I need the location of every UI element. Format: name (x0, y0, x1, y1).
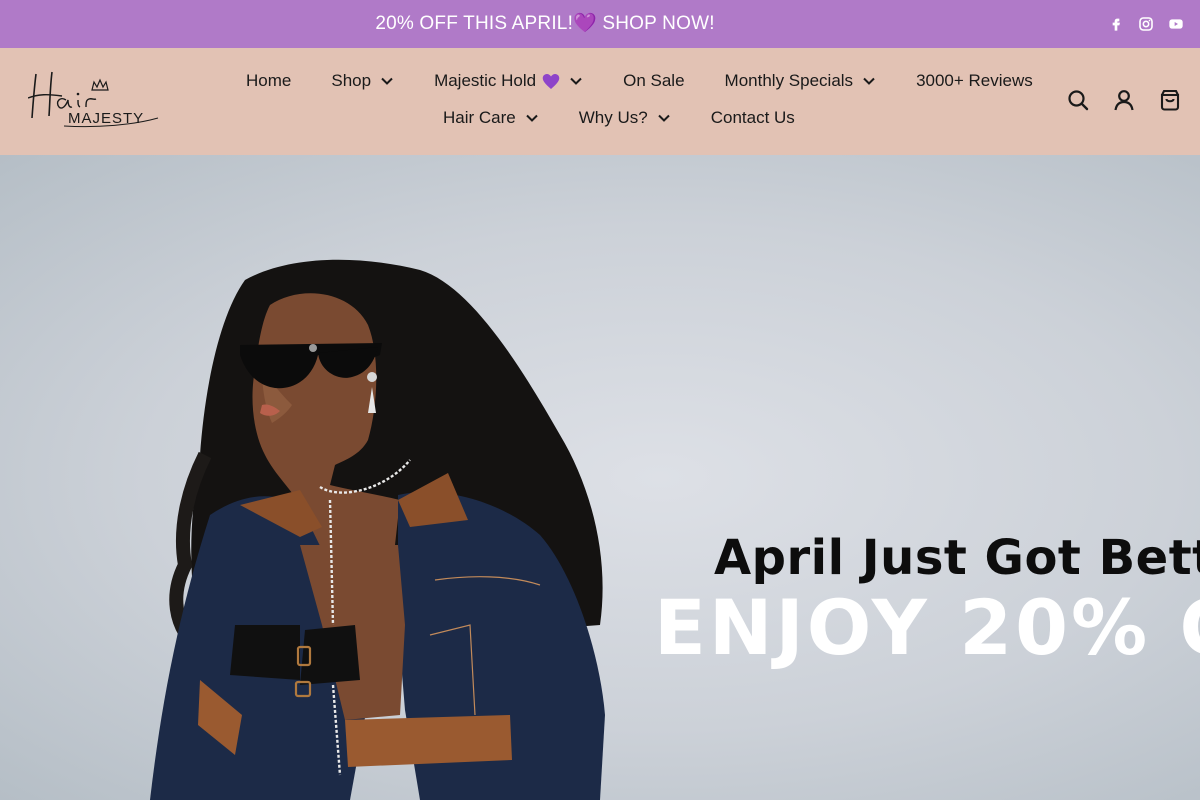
primary-nav: Home Shop Majestic Hold On Sale Monthly … (246, 68, 1033, 94)
nav-home[interactable]: Home (246, 71, 291, 91)
nav-majestic-hold-label: Majestic Hold (434, 71, 537, 90)
nav-on-sale[interactable]: On Sale (623, 71, 684, 91)
nav-majestic-hold[interactable]: Majestic Hold (434, 71, 583, 91)
youtube-icon[interactable] (1168, 16, 1184, 32)
nav-why-us[interactable]: Why Us? (579, 108, 671, 128)
site-header: MAJESTY Home Shop Majestic Hold On Sale … (0, 48, 1200, 155)
account-icon[interactable] (1112, 88, 1136, 112)
instagram-icon[interactable] (1138, 16, 1154, 32)
nav-contact-us-label: Contact Us (710, 108, 795, 127)
logo-wordmark: MAJESTY (68, 110, 144, 127)
purple-heart-icon (542, 73, 560, 89)
search-icon[interactable] (1066, 88, 1090, 112)
nav-contact-us[interactable]: Contact Us (711, 108, 795, 128)
chevron-down-icon (570, 77, 582, 85)
hero-banner[interactable]: April Just Got Bette ENJOY 20% O (0, 155, 1200, 800)
nav-hair-care-label: Hair Care (443, 108, 516, 127)
nav-monthly-specials-label: Monthly Specials (724, 71, 854, 90)
nav-on-sale-label: On Sale (623, 71, 685, 90)
nav-shop[interactable]: Shop (331, 71, 394, 91)
nav-reviews[interactable]: 3000+ Reviews (916, 71, 1033, 91)
hair-majesty-logo[interactable]: MAJESTY (28, 70, 163, 132)
announcement-link[interactable]: 20% OFF THIS APRIL!💜 SHOP NOW! (0, 0, 1090, 48)
nav-monthly-specials[interactable]: Monthly Specials (725, 71, 877, 91)
social-links (1108, 0, 1184, 48)
hero-model-image (150, 259, 605, 800)
nav-shop-label: Shop (331, 71, 372, 90)
nav-why-us-label: Why Us? (578, 108, 648, 127)
hero-headline: April Just Got Bette (714, 530, 1200, 586)
hero-offer-text: ENJOY 20% O (654, 583, 1200, 672)
header-actions (1066, 88, 1182, 112)
chevron-down-icon (863, 77, 875, 85)
facebook-icon[interactable] (1108, 16, 1124, 32)
nav-reviews-label: 3000+ Reviews (916, 71, 1033, 90)
announcement-bar: 20% OFF THIS APRIL!💜 SHOP NOW! (0, 0, 1200, 48)
nav-home-label: Home (246, 71, 292, 90)
cart-icon[interactable] (1158, 88, 1182, 112)
chevron-down-icon (658, 114, 670, 122)
chevron-down-icon (526, 114, 538, 122)
nav-hair-care[interactable]: Hair Care (443, 108, 539, 128)
chevron-down-icon (381, 77, 393, 85)
secondary-nav: Hair Care Why Us? Contact Us (443, 105, 795, 131)
